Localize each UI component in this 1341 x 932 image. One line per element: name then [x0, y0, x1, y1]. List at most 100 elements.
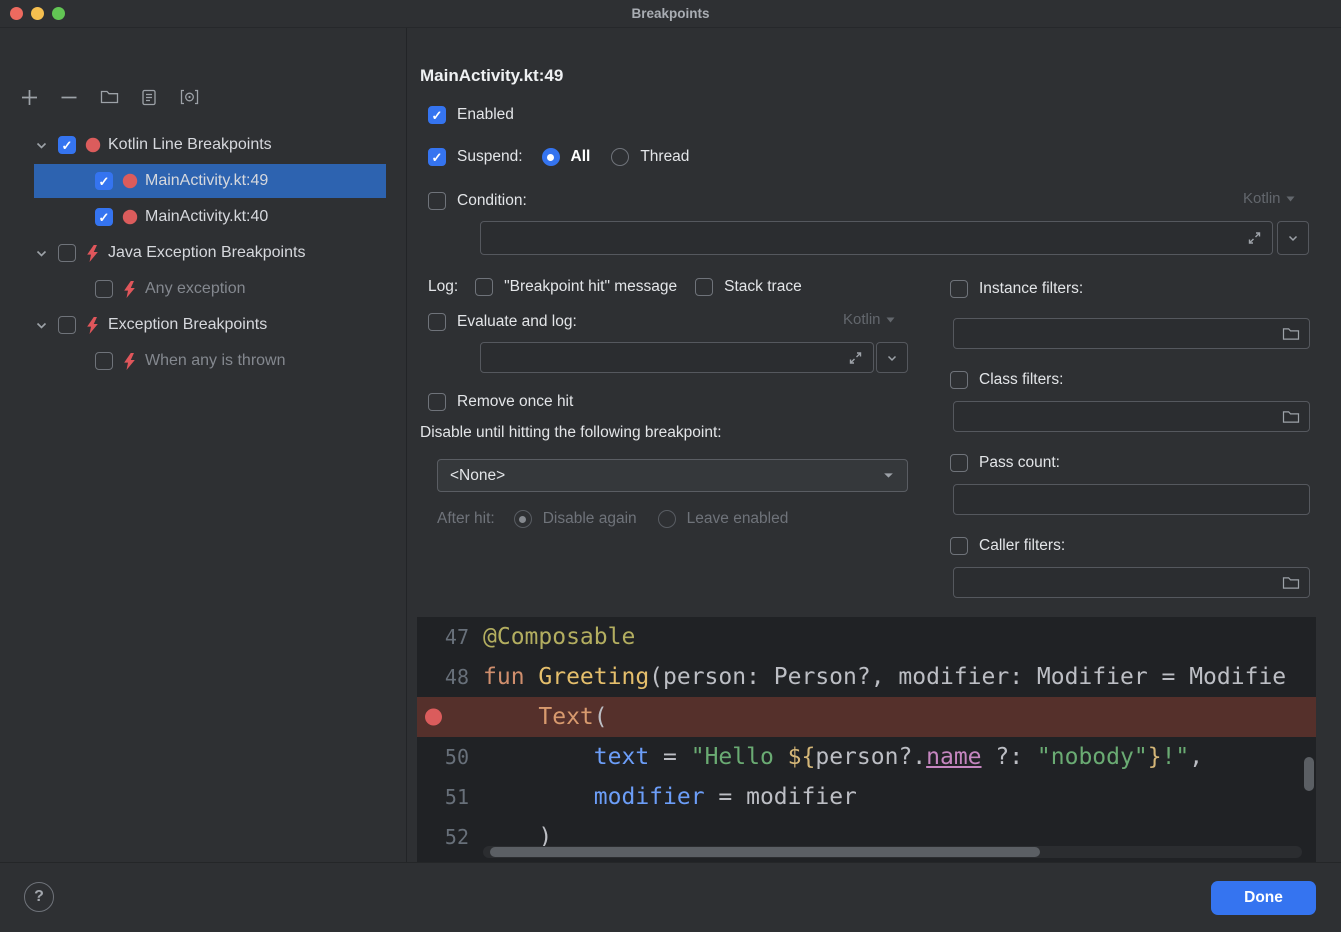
gutter-line-51[interactable]: 51	[417, 777, 483, 817]
stack-trace-checkbox[interactable]	[695, 278, 713, 296]
tree-item-java-exception-breakpoints[interactable]: Java Exception Breakpoints	[0, 235, 405, 271]
group-by-file-button[interactable]	[96, 84, 122, 110]
triangle-down-icon	[1286, 196, 1295, 202]
condition-input[interactable]	[480, 221, 1273, 255]
details-title: MainActivity.kt:49	[420, 66, 563, 86]
tree-item-when-any-is-thrown[interactable]: When any is thrown	[0, 343, 405, 379]
instance-filters-row: Instance filters:	[950, 276, 1083, 302]
tree-item-checkbox[interactable]	[95, 280, 113, 298]
gutter-line-47[interactable]: 47	[417, 617, 483, 657]
log-label: Log:	[428, 278, 458, 296]
instance-filters-input[interactable]	[953, 318, 1310, 349]
gutter-line-49[interactable]	[417, 697, 483, 737]
gutter-line-48[interactable]: 48	[417, 657, 483, 697]
file-icon	[141, 89, 157, 106]
tree-item-checkbox[interactable]	[58, 136, 76, 154]
group-by-class-button[interactable]	[136, 84, 162, 110]
group-by-package-button[interactable]	[176, 84, 202, 110]
tree-item-checkbox[interactable]	[58, 244, 76, 262]
code-line-51: 51 modifier = modifier	[417, 777, 1316, 817]
tree-item-checkbox[interactable]	[58, 316, 76, 334]
breakpoint-dot-icon[interactable]	[425, 709, 442, 726]
help-button[interactable]: ?	[24, 882, 54, 912]
class-filters-input[interactable]	[953, 401, 1310, 432]
chevron-down-icon	[882, 469, 895, 482]
tree-item-checkbox[interactable]	[95, 208, 113, 226]
exception-breakpoint-icon	[121, 281, 138, 298]
tree-item-kotlin-line-breakpoints[interactable]: Kotlin Line Breakpoints	[0, 127, 405, 163]
class-filters-label: Class filters:	[979, 371, 1063, 389]
evaluate-input[interactable]	[480, 342, 874, 373]
condition-language-selector[interactable]: Kotlin	[1243, 190, 1295, 207]
class-filters-checkbox[interactable]	[950, 371, 968, 389]
disable-until-dropdown[interactable]: <None>	[437, 459, 908, 492]
folder-icon[interactable]	[1282, 409, 1300, 424]
evaluate-checkbox[interactable]	[428, 313, 446, 331]
evaluate-language-selector[interactable]: Kotlin	[843, 311, 895, 328]
code-text: Text(	[483, 704, 1316, 730]
folder-icon[interactable]	[1282, 326, 1300, 341]
pass-count-label: Pass count:	[979, 454, 1060, 472]
tree-item-checkbox[interactable]	[95, 352, 113, 370]
tree-item-mainactivity-kt-40[interactable]: MainActivity.kt:40	[0, 199, 405, 235]
remove-breakpoint-button[interactable]	[56, 84, 82, 110]
disable-again-label: Disable again	[543, 510, 637, 528]
folder-icon	[100, 89, 119, 105]
disable-until-label: Disable until hitting the following brea…	[420, 424, 722, 442]
chevron-down-icon[interactable]	[34, 318, 58, 333]
chevron-down-icon[interactable]	[34, 138, 58, 153]
window-title: Breakpoints	[0, 6, 1341, 21]
tree-item-any-exception[interactable]: Any exception	[0, 271, 405, 307]
leave-enabled-label: Leave enabled	[687, 510, 789, 528]
enabled-checkbox[interactable]	[428, 106, 446, 124]
folder-icon[interactable]	[1282, 575, 1300, 590]
horizontal-scrollbar-thumb[interactable]	[490, 847, 1040, 857]
log-row: Log: "Breakpoint hit" message Stack trac…	[428, 274, 802, 300]
tree-item-mainactivity-kt-49[interactable]: MainActivity.kt:49	[0, 163, 405, 199]
evaluate-history-dropdown[interactable]	[876, 342, 908, 373]
instance-filters-checkbox[interactable]	[950, 280, 968, 298]
done-button[interactable]: Done	[1211, 881, 1316, 915]
remove-once-row: Remove once hit	[428, 389, 573, 415]
remove-once-hit-label: Remove once hit	[457, 393, 573, 411]
expand-icon[interactable]	[1247, 231, 1262, 246]
breakpoint-icon	[84, 137, 101, 153]
triangle-down-icon	[886, 317, 895, 323]
expand-icon[interactable]	[848, 350, 863, 365]
code-line-49: Text(	[417, 697, 1316, 737]
remove-once-hit-checkbox[interactable]	[428, 393, 446, 411]
condition-history-dropdown[interactable]	[1277, 221, 1309, 255]
tree-item-exception-breakpoints[interactable]: Exception Breakpoints	[0, 307, 405, 343]
list-toolbar	[16, 84, 202, 110]
caller-filters-label: Caller filters:	[979, 537, 1065, 555]
suspend-all-label: All	[571, 148, 591, 166]
gutter-line-52[interactable]: 52	[417, 817, 483, 857]
add-breakpoint-button[interactable]	[16, 84, 42, 110]
suspend-all-radio[interactable]	[542, 148, 560, 166]
gutter-line-50[interactable]: 50	[417, 737, 483, 777]
tree-item-checkbox[interactable]	[95, 172, 113, 190]
vertical-scrollbar-thumb[interactable]	[1304, 757, 1314, 791]
chevron-down-icon[interactable]	[34, 246, 58, 261]
after-hit-label: After hit:	[437, 510, 495, 528]
suspend-checkbox[interactable]	[428, 148, 446, 166]
suspend-thread-radio[interactable]	[611, 148, 629, 166]
pass-count-checkbox[interactable]	[950, 454, 968, 472]
caller-filters-input[interactable]	[953, 567, 1310, 598]
code-line-47: 47@Composable	[417, 617, 1316, 657]
suspend-label: Suspend:	[457, 148, 523, 166]
caller-filters-checkbox[interactable]	[950, 537, 968, 555]
code-text: @Composable	[483, 624, 1316, 650]
leave-enabled-radio[interactable]	[658, 510, 676, 528]
chevron-down-icon	[1287, 232, 1299, 244]
pass-count-row: Pass count:	[950, 450, 1060, 476]
tree-item-label: MainActivity.kt:49	[145, 172, 268, 190]
pass-count-input[interactable]	[953, 484, 1310, 515]
condition-checkbox[interactable]	[428, 192, 446, 210]
disable-again-radio[interactable]	[514, 510, 532, 528]
tree-item-label: Java Exception Breakpoints	[108, 244, 305, 262]
condition-row: Condition:	[428, 188, 527, 214]
evaluate-row: Evaluate and log:	[428, 309, 577, 335]
plus-icon	[21, 89, 38, 106]
breakpoint-hit-message-checkbox[interactable]	[475, 278, 493, 296]
